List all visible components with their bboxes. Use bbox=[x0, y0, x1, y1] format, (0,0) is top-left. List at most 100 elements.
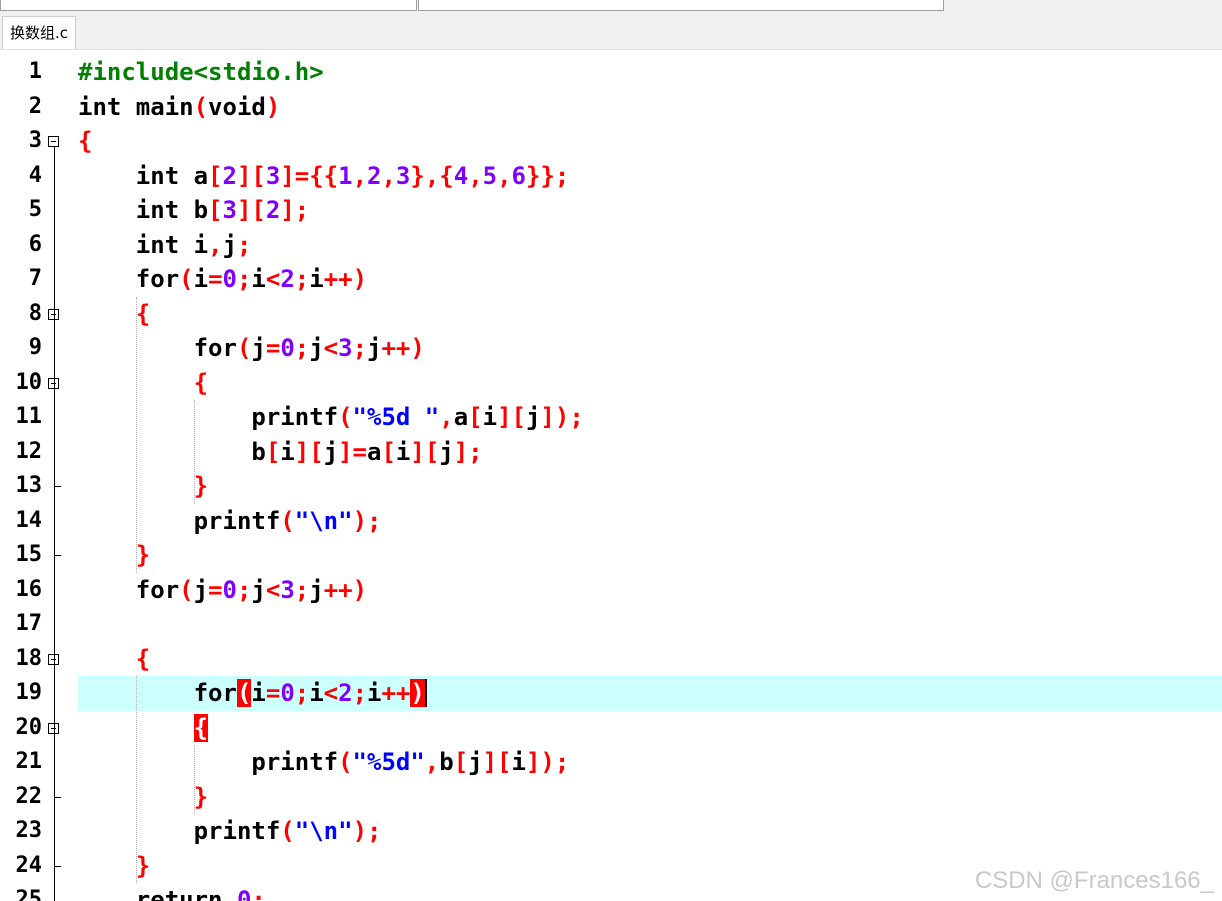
code-token: i bbox=[482, 403, 498, 431]
code-token: [ bbox=[468, 403, 483, 431]
code-token: ; bbox=[294, 679, 310, 707]
code-token: i bbox=[367, 679, 382, 707]
code-token: ( bbox=[236, 334, 252, 362]
code-line[interactable]: #include<stdio.h> bbox=[78, 55, 324, 90]
code-token: \n bbox=[309, 506, 339, 535]
code-token: j bbox=[468, 748, 483, 776]
code-token: ; bbox=[352, 334, 368, 362]
code-token: ][ bbox=[410, 437, 440, 466]
code-line[interactable]: } bbox=[78, 849, 150, 884]
code-line[interactable]: int i,j; bbox=[78, 228, 252, 263]
code-token: return bbox=[135, 886, 237, 901]
code-line[interactable]: int a[2][3]={{1,2,3},{4,5,6}}; bbox=[78, 159, 570, 194]
code-token: ; bbox=[294, 334, 310, 362]
code-token: 2 bbox=[222, 161, 237, 190]
code-token: ); bbox=[352, 506, 382, 535]
code-token: , bbox=[352, 161, 368, 190]
code-area[interactable]: #include<stdio.h> int main(void){ int a[2… bbox=[0, 50, 1222, 901]
code-token: i bbox=[395, 437, 411, 466]
code-line[interactable]: for(i=0;i<2;i++) bbox=[78, 262, 367, 297]
code-token: j bbox=[251, 334, 266, 362]
code-editor[interactable]: 1 2 3 4 5 6 7 8 9 10 11 12 13 14 15 16 17 18 19 20 21 22 23 24 2… bbox=[0, 50, 1222, 901]
toolbar-field-right[interactable] bbox=[418, 0, 944, 11]
code-token: 2 bbox=[367, 161, 382, 190]
code-token: for bbox=[193, 334, 237, 362]
code-token: ( bbox=[338, 748, 353, 776]
code-token: b bbox=[439, 748, 454, 776]
code-token: i bbox=[193, 265, 209, 293]
code-token: { bbox=[135, 299, 151, 328]
code-token: ]; bbox=[280, 196, 310, 224]
code-line[interactable]: { bbox=[78, 711, 209, 746]
code-line[interactable]: printf("\n"); bbox=[78, 504, 382, 539]
code-token: int a bbox=[135, 161, 209, 190]
code-line[interactable]: } bbox=[78, 538, 150, 573]
code-token: ++) bbox=[323, 575, 368, 604]
code-token: i bbox=[251, 265, 266, 293]
brace-match-highlight: ( bbox=[236, 679, 252, 707]
code-line[interactable]: printf("%5d",b[j][i]); bbox=[78, 745, 569, 780]
code-line[interactable]: int b[3][2]; bbox=[78, 193, 309, 228]
code-token: ; bbox=[294, 265, 310, 293]
code-token: , bbox=[381, 161, 396, 190]
code-token: = bbox=[265, 679, 281, 707]
code-token: ; bbox=[294, 575, 310, 604]
code-token: < bbox=[265, 265, 281, 293]
code-token: for bbox=[193, 679, 237, 707]
code-line[interactable]: printf("\n"); bbox=[78, 814, 382, 849]
code-token: ++ bbox=[381, 679, 411, 707]
code-line[interactable]: } bbox=[78, 780, 208, 815]
code-token: ( bbox=[280, 506, 295, 535]
code-token: = bbox=[208, 265, 223, 293]
code-token: < bbox=[323, 334, 339, 362]
toolbar-strip bbox=[0, 0, 1222, 16]
code-token: = bbox=[265, 334, 281, 362]
code-token: j bbox=[323, 437, 339, 466]
code-token: printf bbox=[193, 817, 281, 845]
code-token: } bbox=[193, 782, 209, 811]
code-line[interactable]: { bbox=[78, 297, 150, 332]
code-token: j bbox=[222, 230, 237, 259]
code-token: }}; bbox=[526, 161, 570, 190]
code-line[interactable]: { bbox=[78, 366, 208, 401]
code-token: j bbox=[367, 334, 382, 362]
code-token: [ bbox=[381, 437, 396, 466]
code-line[interactable]: for(j=0;j<3;j++) bbox=[78, 331, 425, 366]
code-token: },{ bbox=[410, 161, 454, 190]
code-token: a bbox=[367, 437, 382, 466]
code-line[interactable]: printf("%5d ",a[i][j]); bbox=[78, 400, 583, 435]
code-token: 3 bbox=[338, 334, 353, 362]
code-token: j bbox=[193, 575, 209, 604]
code-token: , bbox=[497, 161, 512, 190]
toolbar-field-left[interactable] bbox=[0, 0, 417, 11]
code-line[interactable]: return 0; bbox=[78, 883, 266, 901]
code-token: [ bbox=[208, 161, 223, 190]
code-line[interactable]: b[i][j]=a[i][j]; bbox=[78, 435, 482, 470]
code-token: 0 bbox=[280, 334, 295, 362]
tab-file[interactable]: 换数组.c bbox=[2, 16, 77, 49]
code-token: "%5d " bbox=[352, 403, 440, 431]
code-token: b bbox=[251, 437, 266, 466]
code-token: 2 bbox=[338, 679, 353, 707]
code-line[interactable]: for(i=0;i<2;i++) bbox=[78, 676, 427, 711]
code-token: 6 bbox=[511, 161, 526, 190]
code-token: ; bbox=[352, 679, 368, 707]
code-line[interactable]: } bbox=[78, 469, 208, 504]
code-token: [ bbox=[208, 196, 223, 224]
code-line[interactable]: for(j=0;j<3;j++) bbox=[78, 573, 367, 608]
code-line[interactable]: { bbox=[78, 124, 92, 159]
code-line[interactable]: { bbox=[78, 642, 150, 677]
code-token: ( bbox=[338, 403, 353, 431]
code-token: 0 bbox=[222, 265, 237, 293]
code-line[interactable]: int main(void) bbox=[78, 90, 280, 125]
